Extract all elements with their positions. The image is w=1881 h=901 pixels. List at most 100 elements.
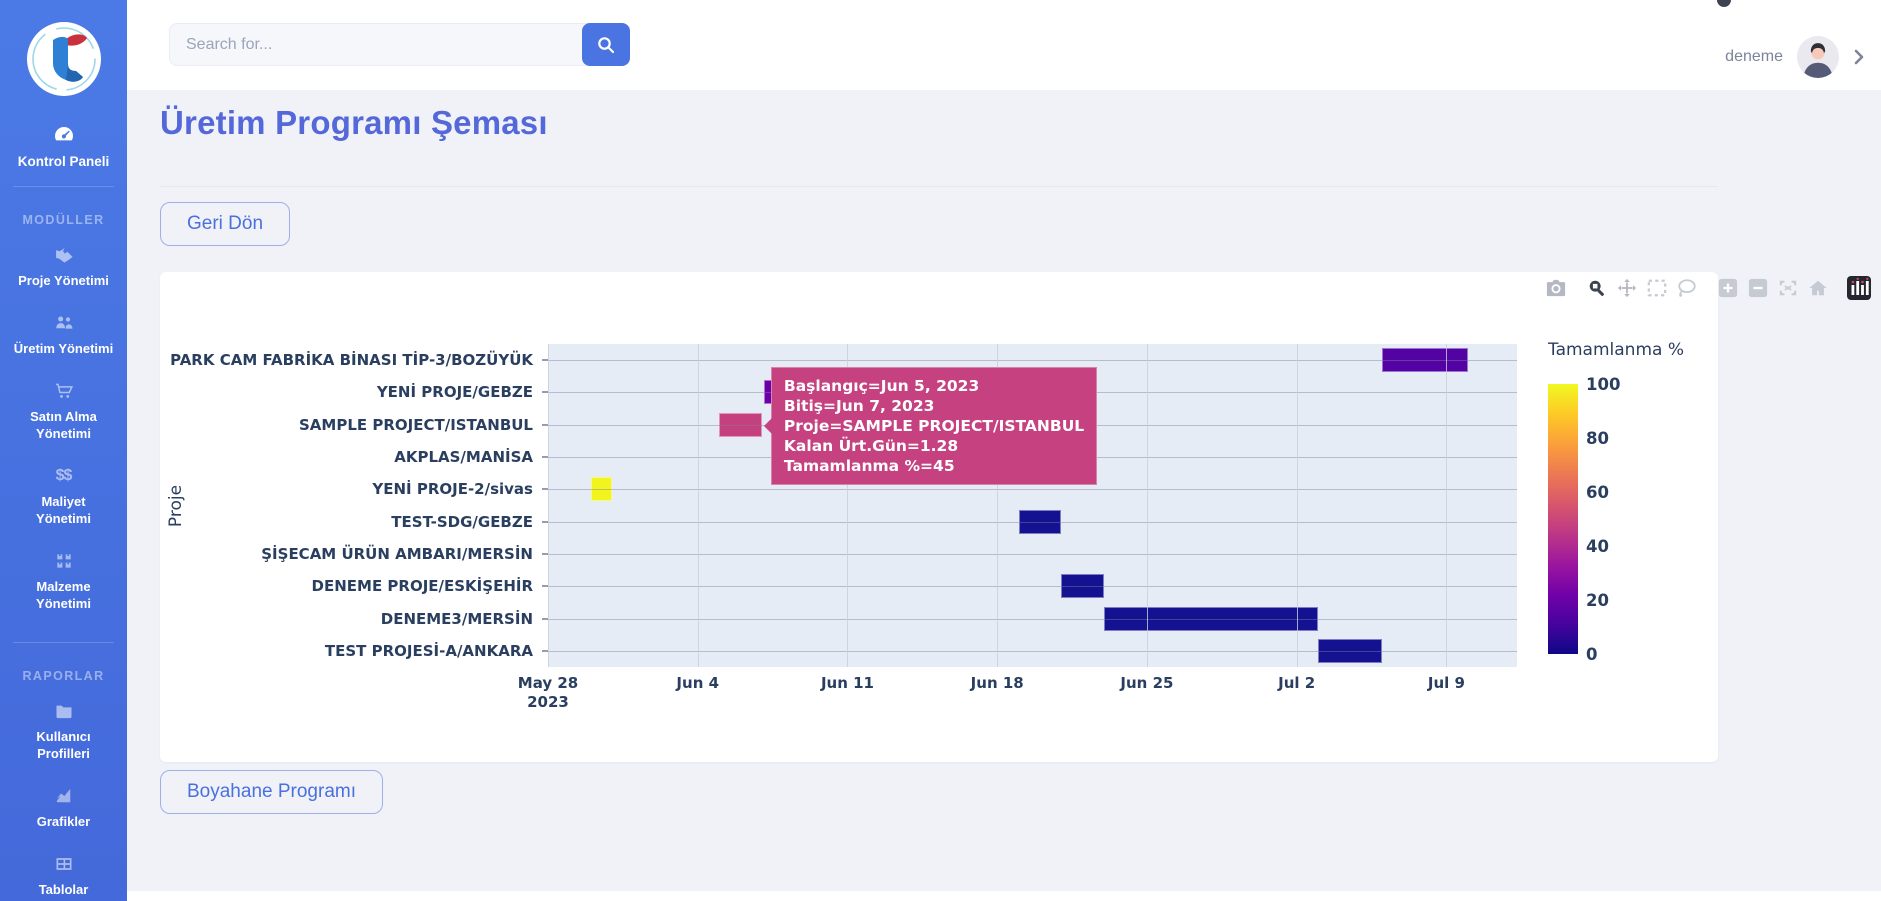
search-button[interactable] — [582, 23, 630, 66]
zoom-in-icon[interactable] — [1715, 276, 1740, 300]
plotly-logo-icon[interactable] — [1846, 276, 1871, 300]
x-tick-text: Jun 11 — [821, 674, 874, 693]
sidebar-item-maliyet-yonetimi[interactable]: $$ Maliyet Yönetimi — [0, 466, 127, 527]
y-axis-label: TEST PROJESİ-A/ANKARA — [160, 635, 542, 667]
paint-shop-schedule-button[interactable]: Boyahane Programı — [160, 770, 383, 814]
x-axis-tick-label: Jun 18 — [971, 674, 1024, 693]
y-axis-label: ŞİŞECAM ÜRÜN AMBARI/MERSİN — [160, 538, 542, 570]
x-axis-tick-label: May 282023 — [518, 674, 578, 712]
sidebar-item-label: Maliyet Yönetimi — [13, 493, 115, 527]
x-axis-tick-label: Jul 9 — [1428, 674, 1465, 693]
chart-card: PARK CAM FABRİKA BİNASI TİP-3/BOZÜYÜKYEN… — [160, 272, 1718, 762]
plotly-modebar — [1538, 276, 1871, 300]
title-divider — [160, 186, 1718, 187]
tooltip-line: Tamamlanma %=45 — [784, 456, 1084, 476]
x-tick-text: Jun 25 — [1120, 674, 1173, 693]
colorbar-tick-label: 0 — [1586, 645, 1597, 663]
grid-line-vertical — [548, 344, 549, 667]
colorbar-tick-label: 40 — [1586, 537, 1609, 555]
sidebar-item-malzeme-yonetimi[interactable]: Malzeme Yönetimi — [0, 551, 127, 612]
sidebar-item-grafikler[interactable]: Grafikler — [0, 786, 127, 830]
zoom-out-icon[interactable] — [1745, 276, 1770, 300]
avatar-image — [1797, 36, 1839, 78]
top-header: deneme — [127, 0, 1881, 90]
tooltip-line: Proje=SAMPLE PROJECT/ISTANBUL — [784, 416, 1084, 436]
footer-strip — [127, 891, 1881, 901]
pan-icon[interactable] — [1614, 276, 1639, 300]
search-icon — [597, 36, 615, 54]
user-menu[interactable]: deneme — [1725, 36, 1865, 78]
y-axis-label: PARK CAM FABRİKA BİNASI TİP-3/BOZÜYÜK — [160, 344, 542, 376]
cart-icon — [54, 381, 74, 401]
chart-icon — [54, 786, 74, 806]
back-button[interactable]: Geri Dön — [160, 202, 290, 246]
x-axis-tick-label: Jun 25 — [1120, 674, 1173, 693]
colorbar-tick-label: 80 — [1586, 429, 1609, 447]
chevron-right-icon[interactable] — [1853, 49, 1865, 65]
grid-line-horizontal — [548, 554, 1517, 555]
tooltip-line: Kalan Ürt.Gün=1.28 — [784, 436, 1084, 456]
app-root: Kontrol Paneli MODÜLLER Proje Yönetimi Üret… — [0, 0, 1881, 901]
home-icon[interactable] — [1805, 276, 1830, 300]
zoom-icon[interactable] — [1584, 276, 1609, 300]
sidebar-section-moduller: MODÜLLER — [0, 213, 127, 227]
x-tick-text: Jun 4 — [676, 674, 719, 693]
y-axis-label: SAMPLE PROJECT/ISTANBUL — [160, 409, 542, 441]
workers-icon — [54, 313, 74, 333]
sidebar-item-label: Proje Yönetimi — [18, 272, 109, 289]
app-logo[interactable] — [27, 22, 101, 96]
x-tick-text: Jul 2 — [1278, 674, 1315, 693]
folder-icon — [54, 701, 74, 721]
sidebar-item-kullanici-profilleri[interactable]: Kullanıcı Profilleri — [0, 701, 127, 762]
colorbar-tick-label: 100 — [1586, 375, 1620, 393]
y-axis-label: DENEME PROJE/ESKİŞEHİR — [160, 570, 542, 602]
box-select-icon[interactable] — [1644, 276, 1669, 300]
x-axis-tick-label: Jun 4 — [676, 674, 719, 693]
y-axis-label: DENEME3/MERSİN — [160, 602, 542, 634]
search-input[interactable] — [169, 23, 588, 66]
x-tick-text: May 28 — [518, 674, 578, 693]
y-axis-label: TEST-SDG/GEBZE — [160, 506, 542, 538]
hover-tooltip: Başlangıç=Jun 5, 2023Bitiş=Jun 7, 2023Pr… — [771, 367, 1097, 485]
sidebar-item-label: Üretim Yönetimi — [14, 340, 113, 357]
y-axis-label: YENİ PROJE/GEBZE — [160, 376, 542, 408]
sidebar-item-label: Malzeme Yönetimi — [13, 578, 115, 612]
grid-line-horizontal — [548, 586, 1517, 587]
tooltip-line: Başlangıç=Jun 5, 2023 — [784, 376, 1084, 396]
x-tick-text: Jun 18 — [971, 674, 1024, 693]
tooltip-line: Bitiş=Jun 7, 2023 — [784, 396, 1084, 416]
grid-line-horizontal — [548, 360, 1517, 361]
sidebar-divider — [13, 642, 114, 643]
autoscale-icon[interactable] — [1775, 276, 1800, 300]
tooltip-arrow — [764, 418, 772, 434]
search-bar — [169, 23, 630, 66]
colorbar-gradient — [1548, 384, 1578, 654]
x-axis-tick-label: Jul 2 — [1278, 674, 1315, 693]
sidebar-item-proje-yonetimi[interactable]: Proje Yönetimi — [0, 245, 127, 289]
sidebar-section-raporlar: RAPORLAR — [0, 669, 127, 683]
x-axis-tick-label: Jun 11 — [821, 674, 874, 693]
dollar-icon: $$ — [56, 466, 72, 486]
grid-line-horizontal — [548, 651, 1517, 652]
sidebar-item-kontrol-paneli[interactable]: Kontrol Paneli — [0, 122, 127, 170]
grid-line-vertical — [1297, 344, 1298, 667]
lasso-icon[interactable] — [1674, 276, 1699, 300]
avatar[interactable] — [1797, 36, 1839, 78]
camera-icon[interactable] — [1543, 276, 1568, 300]
sidebar-item-label: Tablolar — [39, 881, 89, 898]
username: deneme — [1725, 48, 1783, 66]
x-tick-year: 2023 — [518, 693, 578, 712]
sidebar-item-uretim-yonetimi[interactable]: Üretim Yönetimi — [0, 313, 127, 357]
grid-line-vertical — [1446, 344, 1447, 667]
sidebar-item-tablolar[interactable]: Tablolar — [0, 854, 127, 898]
y-axis-label: YENİ PROJE-2/sivas — [160, 473, 542, 505]
grid-line-horizontal — [548, 619, 1517, 620]
sidebar-item-label: Kontrol Paneli — [18, 153, 110, 170]
sidebar-item-satin-alma-yonetimi[interactable]: Satın Alma Yönetimi — [0, 381, 127, 442]
table-icon — [54, 854, 74, 874]
x-tick-text: Jul 9 — [1428, 674, 1465, 693]
colorbar-tick-label: 60 — [1586, 483, 1609, 501]
sidebar: Kontrol Paneli MODÜLLER Proje Yönetimi Üret… — [0, 0, 127, 901]
colorbar-title: Tamamlanma % — [1548, 340, 1684, 360]
y-axis-label: AKPLAS/MANİSA — [160, 441, 542, 473]
